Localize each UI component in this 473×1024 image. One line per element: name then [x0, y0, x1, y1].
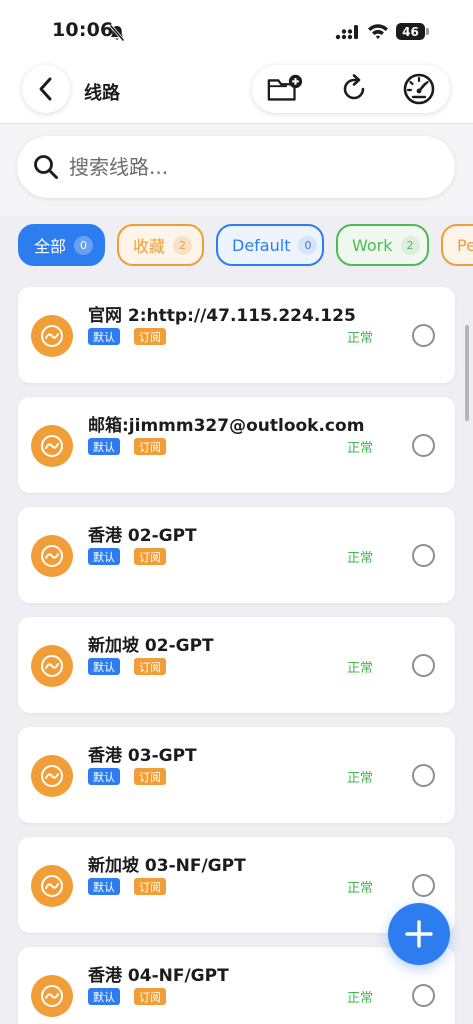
route-select-radio[interactable] — [412, 654, 435, 677]
route-icon — [31, 425, 73, 467]
filter-chip-default[interactable]: Default 0 — [216, 224, 324, 266]
route-name: 新加坡 02-GPT — [88, 636, 214, 656]
route-status: 正常 — [347, 771, 374, 786]
route-name: 邮箱:jimmm327@outlook.com — [88, 416, 365, 436]
tag-default: 默认 — [88, 988, 120, 1005]
filter-chip-label: 收藏 — [133, 237, 166, 256]
filter-chip-work[interactable]: Work 2 — [336, 224, 429, 266]
route-item[interactable]: 香港 03-GPT 默认 订阅 正常 — [18, 727, 455, 823]
filter-chip-count: 2 — [400, 235, 420, 255]
tag-subscription: 订阅 — [134, 548, 166, 565]
search-box[interactable] — [17, 136, 455, 198]
battery-level: 46 — [396, 23, 425, 40]
route-select-radio[interactable] — [412, 434, 435, 457]
tag-default: 默认 — [88, 548, 120, 565]
tag-subscription: 订阅 — [134, 658, 166, 675]
filter-chips: 全部 0 收藏 2 Default 0 Work 2 Pe — [0, 224, 473, 266]
filter-chip-count: 0 — [74, 235, 94, 255]
search-input[interactable] — [69, 151, 429, 183]
filter-chip-label: Work — [352, 235, 393, 255]
search-section — [0, 124, 473, 216]
route-status: 正常 — [347, 991, 374, 1006]
tag-subscription: 订阅 — [134, 878, 166, 895]
route-icon — [31, 975, 73, 1017]
route-wave-icon — [41, 985, 63, 1007]
page-title: 线路 — [84, 83, 120, 104]
bell-slash-icon — [109, 24, 125, 42]
speed-test-button[interactable] — [400, 72, 438, 106]
route-select-radio[interactable] — [412, 544, 435, 567]
route-item[interactable]: 邮箱:jimmm327@outlook.com 默认 订阅 正常 — [18, 397, 455, 493]
filter-chip-all[interactable]: 全部 0 — [18, 224, 105, 266]
tag-subscription: 订阅 — [134, 768, 166, 785]
route-wave-icon — [41, 765, 63, 787]
filter-chip-count: 2 — [173, 235, 193, 255]
route-status: 正常 — [347, 881, 374, 896]
search-icon — [34, 155, 58, 179]
route-icon — [31, 645, 73, 687]
route-wave-icon — [41, 875, 63, 897]
status-bar: 10:06 46 — [0, 0, 473, 62]
toolbar-actions — [252, 65, 450, 113]
route-name: 香港 02-GPT — [88, 526, 197, 546]
filter-chip-personal[interactable]: Pe — [441, 224, 473, 266]
tag-subscription: 订阅 — [134, 988, 166, 1005]
filter-chip-count: 0 — [298, 235, 318, 255]
wifi-icon — [368, 24, 388, 39]
nav-bar: 线路 — [0, 62, 473, 124]
tag-default: 默认 — [88, 768, 120, 785]
route-icon — [31, 535, 73, 577]
plus-icon — [405, 920, 433, 948]
filter-chip-label: 全部 — [34, 237, 67, 256]
battery-cap — [426, 28, 429, 35]
back-button[interactable] — [22, 65, 70, 113]
cellular-signal-icon — [335, 25, 358, 40]
speedometer-icon — [403, 73, 435, 105]
filter-chip-label: Default — [232, 235, 291, 255]
battery-indicator: 46 — [396, 23, 429, 40]
tag-subscription: 订阅 — [134, 328, 166, 345]
route-wave-icon — [41, 545, 63, 567]
refresh-icon — [343, 74, 365, 100]
refresh-button[interactable] — [335, 72, 373, 106]
route-wave-icon — [41, 325, 63, 347]
route-name: 官网 2:http://47.115.224.125 — [88, 306, 356, 326]
route-name: 香港 04-NF/GPT — [88, 966, 229, 986]
route-select-radio[interactable] — [412, 874, 435, 897]
route-item[interactable]: 官网 2:http://47.115.224.125 默认 订阅 正常 — [18, 287, 455, 383]
route-status: 正常 — [347, 441, 374, 456]
route-icon — [31, 865, 73, 907]
scrollbar[interactable] — [465, 325, 469, 421]
tag-default: 默认 — [88, 658, 120, 675]
tag-default: 默认 — [88, 438, 120, 455]
route-item[interactable]: 香港 02-GPT 默认 订阅 正常 — [18, 507, 455, 603]
chevron-left-icon — [39, 77, 52, 101]
folder-plus-icon — [267, 74, 303, 101]
tag-default: 默认 — [88, 328, 120, 345]
tag-subscription: 订阅 — [134, 438, 166, 455]
route-select-radio[interactable] — [412, 984, 435, 1007]
add-route-button[interactable] — [388, 903, 450, 965]
route-wave-icon — [41, 435, 63, 457]
route-icon — [31, 755, 73, 797]
route-item[interactable]: 香港 04-NF/GPT 默认 订阅 正常 — [18, 947, 455, 1024]
route-item[interactable]: 新加坡 03-NF/GPT 默认 订阅 正常 — [18, 837, 455, 933]
status-time: 10:06 — [52, 19, 114, 41]
new-folder-button[interactable] — [266, 72, 304, 106]
filter-chip-label: Pe — [457, 235, 473, 255]
route-status: 正常 — [347, 551, 374, 566]
route-name: 香港 03-GPT — [88, 746, 197, 766]
route-wave-icon — [41, 655, 63, 677]
tag-default: 默认 — [88, 878, 120, 895]
route-name: 新加坡 03-NF/GPT — [88, 856, 246, 876]
route-select-radio[interactable] — [412, 324, 435, 347]
route-item[interactable]: 新加坡 02-GPT 默认 订阅 正常 — [18, 617, 455, 713]
route-icon — [31, 315, 73, 357]
filter-chip-favorites[interactable]: 收藏 2 — [117, 224, 204, 266]
route-status: 正常 — [347, 661, 374, 676]
route-select-radio[interactable] — [412, 764, 435, 787]
route-status: 正常 — [347, 331, 374, 346]
